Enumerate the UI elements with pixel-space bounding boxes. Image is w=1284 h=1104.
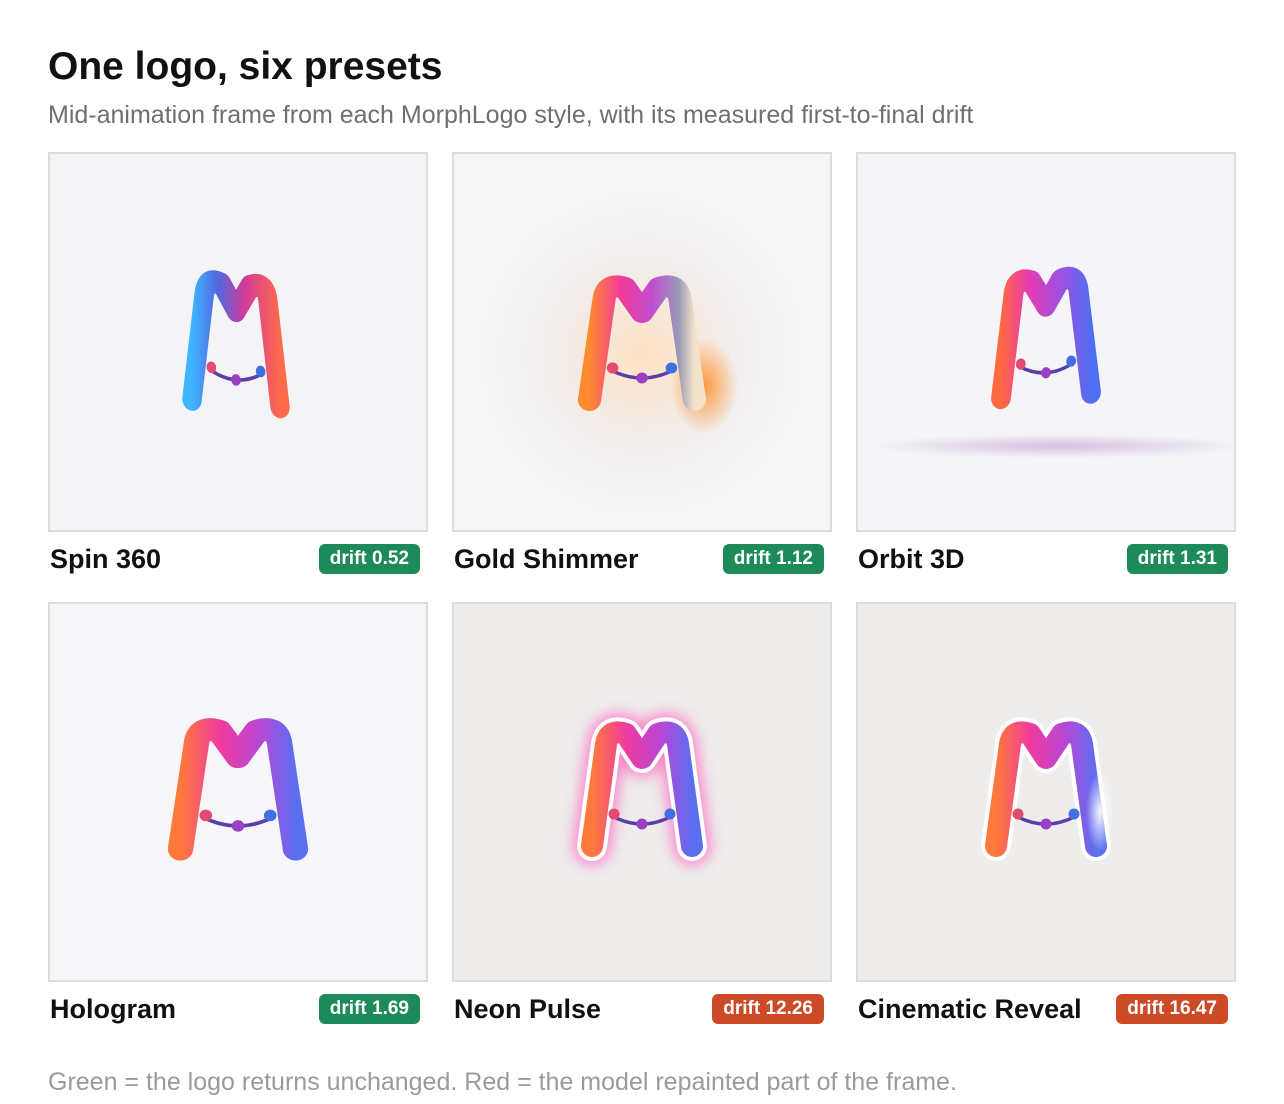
preset-caption: Gold Shimmer drift 1.12 — [454, 542, 824, 576]
logo-frame-image — [858, 604, 1234, 980]
preset-caption: Neon Pulse drift 12.26 — [454, 992, 824, 1026]
animation-frame — [48, 602, 428, 982]
drift-badge: drift 12.26 — [712, 994, 824, 1024]
preset-card-neon-pulse: Neon Pulse drift 12.26 — [452, 602, 832, 1024]
drift-badge: drift 1.69 — [318, 994, 420, 1024]
color-legend: Green = the logo returns unchanged. Red … — [48, 1068, 957, 1096]
preset-caption: Cinematic Reveal drift 16.47 — [858, 992, 1228, 1026]
drift-badge: drift 16.47 — [1116, 994, 1228, 1024]
animation-frame — [856, 602, 1236, 982]
preset-caption: Spin 360 drift 0.52 — [50, 542, 420, 576]
logo-frame-image — [454, 604, 830, 980]
preset-card-hologram: Hologram drift 1.69 — [48, 602, 428, 1024]
logo-frame-image — [50, 154, 426, 530]
page-subtitle: Mid-animation frame from each MorphLogo … — [48, 101, 974, 129]
preset-card-cinematic-reveal: Cinematic Reveal drift 16.47 — [856, 602, 1236, 1024]
preset-caption: Hologram drift 1.69 — [50, 992, 420, 1026]
preset-card-orbit-3d: Orbit 3D drift 1.31 — [856, 152, 1236, 574]
logo-frame-image — [454, 154, 830, 530]
preset-grid: Spin 360 drift 0.52 Gold Shimmer drift 1… — [48, 152, 1236, 1024]
preset-name: Spin 360 — [50, 544, 162, 574]
animation-frame — [452, 152, 832, 532]
animation-frame — [856, 152, 1236, 532]
drift-badge: drift 1.12 — [722, 544, 824, 574]
page-title: One logo, six presets — [48, 45, 443, 88]
drift-badge: drift 0.52 — [318, 544, 420, 574]
preset-name: Orbit 3D — [858, 544, 965, 574]
preset-caption: Orbit 3D drift 1.31 — [858, 542, 1228, 576]
preset-name: Cinematic Reveal — [858, 994, 1082, 1024]
logo-frame-image — [50, 604, 426, 980]
preset-card-gold-shimmer: Gold Shimmer drift 1.12 — [452, 152, 832, 574]
preset-name: Neon Pulse — [454, 994, 602, 1024]
preset-name: Hologram — [50, 994, 177, 1024]
preset-name: Gold Shimmer — [454, 544, 639, 574]
animation-frame — [48, 152, 428, 532]
drift-badge: drift 1.31 — [1126, 544, 1228, 574]
logo-frame-image — [858, 154, 1234, 530]
preset-card-spin-360: Spin 360 drift 0.52 — [48, 152, 428, 574]
animation-frame — [452, 602, 832, 982]
